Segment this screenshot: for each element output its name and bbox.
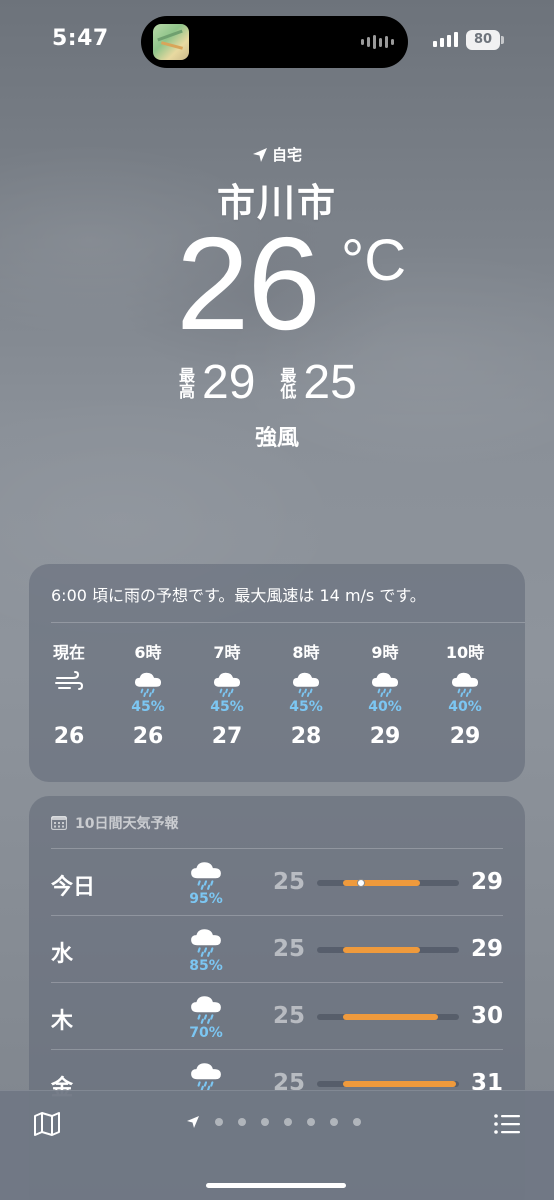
rain-cloud-icon [187,993,225,1024]
precip-chance: 45% [289,699,323,715]
bottom-toolbar [0,1090,554,1200]
precip-chance: 40% [368,699,402,715]
temperature-range-bar [317,1014,459,1020]
battery-cap [501,36,504,44]
temperature-range-fill [343,880,420,886]
low-temperature: 25 [272,869,305,895]
battery-icon: 80 [466,30,500,50]
low-label-text: 最低 [277,367,297,399]
temperature-range-bar [317,947,459,953]
hourly-item: 6時 45% 26 [113,642,183,749]
hour-temperature: 26 [132,724,164,749]
precip-chance [34,698,104,716]
page-dot[interactable] [215,1118,223,1126]
hour-temperature: 27 [211,724,243,749]
list-icon[interactable] [492,1109,522,1139]
hourly-item: 8時 45% 28 [271,642,341,749]
page-indicator[interactable] [186,1115,361,1129]
current-temp-dot [357,879,365,887]
rain-cloud-icon [113,670,183,698]
high-label-text: 最高 [176,367,195,399]
precip-chance: 95% [189,891,223,907]
hour-label: 9時 [371,643,399,662]
hourly-item: 9時 40% 29 [350,642,420,749]
wind-icon [34,670,104,698]
precip-chance: 45% [210,699,244,715]
hour-label: 7時 [213,643,241,662]
dynamic-island[interactable] [141,16,408,68]
hour-label: 8時 [292,643,320,662]
hourly-summary: 6:00 頃に雨の予想です。最大風速は 14 m/s です。 [51,586,426,605]
low-temperature: 25 [272,1003,305,1029]
daily-row[interactable]: 今日 95% 25 29 [51,848,503,915]
hour-label: 10時 [445,643,485,662]
page-dot[interactable] [284,1118,292,1126]
precip-chance: 85% [189,958,223,974]
temperature-range-bar [317,879,459,887]
rain-cloud-icon [187,1060,225,1091]
temperature-range-bar [317,1081,459,1087]
day-name: 今日 [51,875,96,900]
map-app-icon[interactable] [153,24,189,60]
location-row: 自宅 [0,144,554,165]
high-temperature: 29 [470,869,503,895]
status-time: 5:47 [52,26,109,51]
calendar-icon [51,816,67,830]
temperature-range-fill [343,1081,456,1087]
weather-condition: 強風 [254,426,299,451]
ten-day-title: 10日間天気予報 [75,816,179,832]
daily-row[interactable]: 木 70% 25 30 [51,982,503,1049]
current-temperature: 26 [176,210,321,357]
hour-temperature: 29 [369,724,401,749]
high-low: 最高 29 最低 25 [176,358,379,408]
location-label: 自宅 [271,146,302,164]
day-name: 水 [51,942,74,967]
page-dot[interactable] [353,1118,361,1126]
daily-row[interactable]: 水 85% 25 29 [51,915,503,982]
rain-cloud-icon [187,859,225,890]
audio-wave-icon [361,35,394,49]
signal-icon [433,32,458,47]
precip-chance: 45% [131,699,165,715]
high-temperature: 29 [202,356,256,409]
divider [51,622,525,623]
location-arrow-icon [252,147,267,162]
temperature-range-fill [343,947,420,953]
low-temperature: 25 [272,936,305,962]
high-label: 最高 [176,367,195,399]
current-location-icon[interactable] [186,1115,200,1129]
low-temperature: 25 [303,356,357,409]
hour-temperature: 28 [290,724,322,749]
temperature-unit: °C [341,228,407,293]
rain-cloud-icon [430,670,500,698]
rain-cloud-icon [187,926,225,957]
rain-cloud-icon [192,670,262,698]
map-icon[interactable] [32,1109,62,1139]
page-dot[interactable] [330,1118,338,1126]
page-dot[interactable] [307,1118,315,1126]
battery-level: 80 [473,32,493,47]
hour-label: 6時 [134,643,162,662]
precip-chance: 40% [448,699,482,715]
hourly-item: 7時 45% 27 [192,642,262,749]
rain-cloud-icon [271,670,341,698]
high-temperature: 30 [470,1003,503,1029]
home-indicator[interactable] [206,1183,346,1188]
rain-cloud-icon [350,670,420,698]
hourly-item: 現在 26 [34,642,104,749]
ten-day-header: 10日間天気予報 [51,813,178,833]
page-dot[interactable] [238,1118,246,1126]
low-label: 最低 [277,367,297,399]
hour-temperature: 29 [449,724,481,749]
precip-chance: 70% [189,1025,223,1041]
page-dot[interactable] [261,1118,269,1126]
high-temperature: 29 [470,936,503,962]
hour-label: 現在 [52,643,85,662]
hourly-item: 10時 40% 29 [430,642,500,749]
hour-temperature: 26 [53,724,85,749]
hourly-forecast-card[interactable]: 6:00 頃に雨の予想です。最大風速は 14 m/s です。 現在 26 6時 45%… [29,564,525,782]
temperature-range-fill [343,1014,438,1020]
day-name: 木 [51,1009,74,1034]
